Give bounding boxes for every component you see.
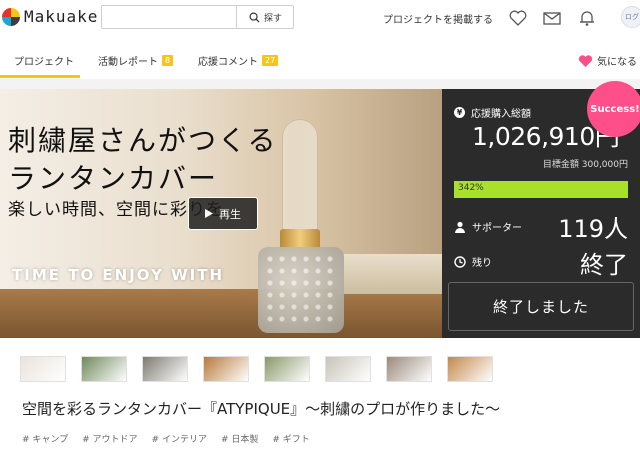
hero-table — [0, 289, 442, 338]
gallery-thumbnail[interactable] — [386, 356, 432, 382]
logo-quadrant — [11, 8, 20, 17]
tag-link[interactable]: # ギフト — [272, 432, 309, 445]
hero-books — [338, 254, 442, 294]
tab-count-badge: 27 — [262, 55, 279, 66]
favorite-label: 気になる — [597, 57, 637, 68]
supporters-label: サポーター — [472, 223, 522, 234]
bell-icon[interactable] — [577, 8, 597, 28]
tag-list: # キャンプ # アウトドア # インテリア # 日本製 # ギフト — [22, 432, 310, 445]
supporters-count: 119人 — [558, 215, 628, 243]
gallery-thumbnail[interactable] — [203, 356, 249, 382]
tab-label: 応援コメント — [198, 57, 258, 68]
project-tabs: プロジェクト 活動レポート 8 応援コメント 27 — [0, 41, 640, 79]
remaining-value: 終了 — [580, 251, 628, 279]
clock-icon — [454, 255, 466, 268]
active-tab-indicator — [0, 75, 80, 78]
success-badge: Success! — [587, 81, 640, 137]
tag-link[interactable]: # インテリア — [152, 432, 207, 445]
thumbnail-strip — [0, 346, 640, 388]
goal-amount: 目標金額 300,000円 — [542, 160, 628, 170]
play-icon — [205, 209, 213, 218]
tab-reports[interactable]: 活動レポート 8 — [98, 53, 174, 68]
gallery-thumbnail[interactable] — [20, 356, 66, 382]
play-label: 再生 — [219, 207, 241, 221]
post-project-link[interactable]: プロジェクトを掲載する — [383, 11, 493, 26]
search-button-label: 探す — [263, 13, 282, 24]
gallery-thumbnail[interactable] — [264, 356, 310, 382]
search-icon — [249, 12, 260, 23]
tab-count-badge: 8 — [162, 55, 174, 66]
logo-quadrant — [2, 17, 11, 26]
search-input[interactable] — [108, 9, 233, 26]
gallery-thumbnail[interactable] — [142, 356, 188, 382]
remaining-label: 残り — [472, 258, 492, 269]
tab-project[interactable]: プロジェクト — [14, 53, 74, 68]
lamp-glass — [282, 119, 318, 239]
heart-icon[interactable] — [508, 8, 528, 28]
hero-english-text: TIME TO ENJOY WITH — [12, 266, 225, 284]
makuake-logo[interactable] — [2, 8, 20, 26]
ended-button[interactable]: 終了しました — [448, 282, 634, 331]
tag-link[interactable]: # アウトドア — [82, 432, 137, 445]
favorite-button[interactable]: 気になる — [578, 53, 637, 68]
supporters-label-row: サポーター — [454, 219, 522, 234]
tab-comments[interactable]: 応援コメント 27 — [198, 53, 279, 68]
project-title: 空間を彩るランタンカバー『ATYPIQUE』〜刺繍のプロが作りました〜 — [22, 400, 501, 418]
progress-bar: 342% — [454, 181, 628, 198]
hero-video: 刺繍屋さんがつくる ランタンカバー 楽しい時間、空間に彩りを TIME TO E… — [0, 89, 442, 338]
logo-quadrant — [11, 17, 20, 26]
hero-title-line1: 刺繍屋さんがつくる — [8, 124, 278, 157]
hero-title-line2: ランタンカバー — [8, 162, 219, 195]
tag-link[interactable]: # キャンプ — [22, 432, 68, 445]
lamp-cover — [258, 247, 344, 333]
heart-filled-icon — [578, 54, 593, 67]
yen-icon: ¥ — [454, 107, 465, 118]
progress-text: 342% — [458, 183, 484, 193]
brand-name[interactable]: Makuake — [24, 7, 98, 26]
remaining-label-row: 残り — [454, 254, 492, 269]
person-icon — [455, 221, 465, 233]
section-divider — [0, 79, 640, 89]
top-header: Makuake 探す プロジェクトを掲載する ログ — [0, 0, 640, 37]
logo-quadrant — [2, 8, 11, 17]
search-button[interactable]: 探す — [236, 5, 294, 29]
tab-label: 活動レポート — [98, 57, 158, 68]
gallery-thumbnail[interactable] — [325, 356, 371, 382]
gallery-thumbnail[interactable] — [81, 356, 127, 382]
user-avatar[interactable]: ログ — [621, 6, 640, 28]
tab-label: プロジェクト — [14, 57, 74, 68]
play-button[interactable]: 再生 — [188, 197, 258, 230]
mail-icon[interactable] — [542, 8, 562, 28]
tag-link[interactable]: # 日本製 — [221, 432, 258, 445]
gallery-thumbnail[interactable] — [447, 356, 493, 382]
